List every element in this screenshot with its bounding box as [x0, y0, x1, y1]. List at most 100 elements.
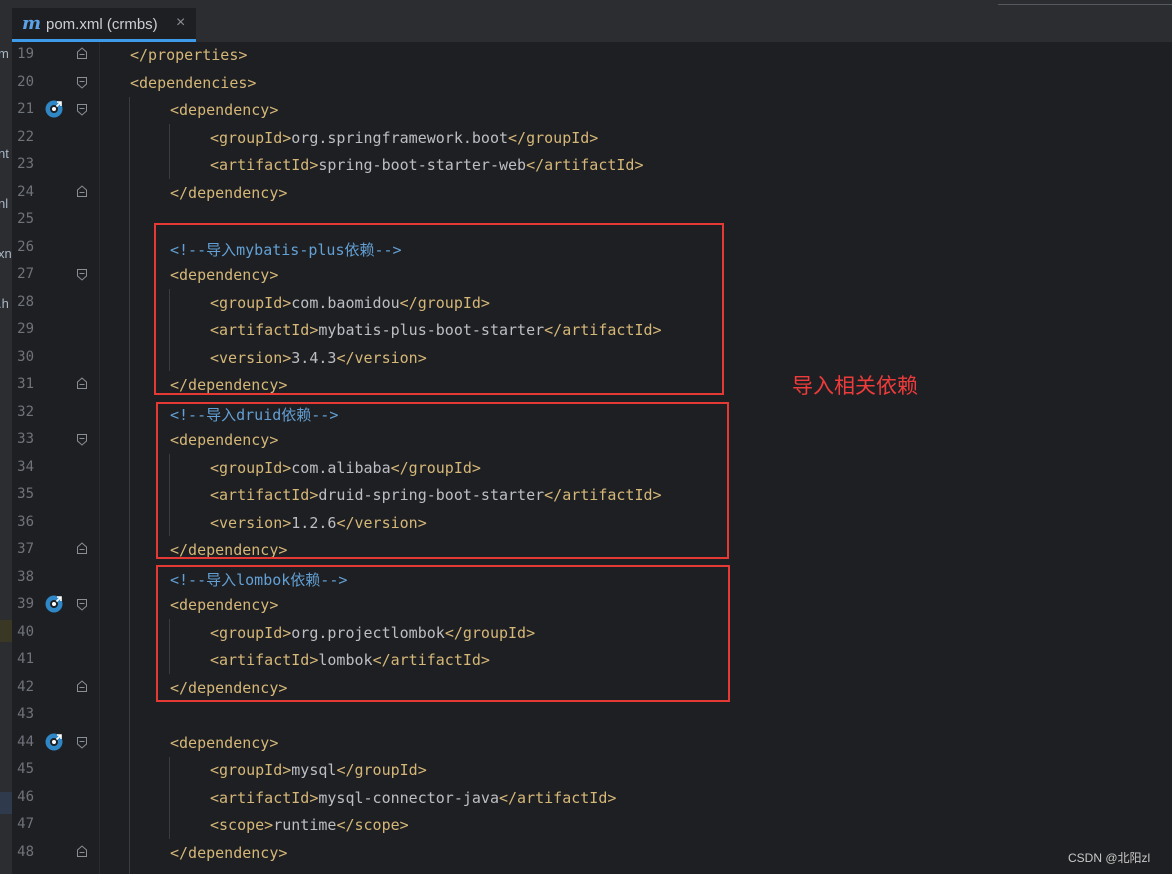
- line-number: 30: [17, 348, 34, 365]
- code-line[interactable]: 45 <groupId>mysql</groupId>: [12, 757, 1172, 785]
- line-number: 25: [17, 211, 34, 227]
- project-panel-fragment: nt: [0, 146, 9, 161]
- project-panel-fragment: xn: [0, 246, 12, 261]
- fold-end-icon[interactable]: [76, 679, 88, 695]
- line-number: 48: [17, 843, 34, 860]
- xml-text: mysql: [291, 761, 337, 779]
- xml-tag: <artifactId>: [210, 788, 319, 807]
- xml-tag: </dependency>: [170, 843, 288, 862]
- project-panel-highlight: [0, 620, 12, 642]
- xml-tag: <groupId>: [210, 761, 292, 779]
- line-number: 42: [17, 678, 34, 695]
- line-number: 44: [17, 733, 34, 750]
- xml-tag: <dependency>: [170, 101, 279, 119]
- project-panel-fragment: .h: [0, 296, 9, 311]
- override-gutter-icon[interactable]: [44, 594, 64, 614]
- annotation-box-druid: [156, 402, 729, 559]
- fold-end-icon[interactable]: [76, 46, 88, 62]
- xml-tag: </artifactId>: [526, 156, 644, 174]
- line-number: 40: [17, 623, 34, 640]
- xml-tag: </properties>: [130, 46, 248, 64]
- close-icon[interactable]: ×: [176, 14, 185, 32]
- code-line[interactable]: 19 </properties>: [12, 42, 1172, 70]
- xml-tag: <groupId>: [210, 128, 292, 147]
- line-number: 35: [17, 486, 34, 502]
- override-gutter-icon[interactable]: [44, 732, 64, 752]
- code-text: <artifactId>spring-boot-starter-web</art…: [210, 156, 644, 174]
- line-number: 32: [17, 403, 34, 420]
- line-number: 43: [17, 706, 34, 722]
- xml-text: mysql-connector-java: [318, 788, 499, 807]
- code-line[interactable]: 21 <dependency>: [12, 97, 1172, 125]
- line-number: 41: [17, 651, 34, 667]
- line-number: 47: [17, 816, 34, 832]
- fold-start-icon[interactable]: [76, 101, 88, 117]
- code-line[interactable]: 48 </dependency>: [12, 840, 1172, 868]
- line-number: 28: [17, 293, 34, 310]
- xml-tag: <dependency>: [170, 733, 279, 752]
- maven-m-icon: m: [22, 13, 42, 34]
- fold-end-icon[interactable]: [76, 844, 88, 860]
- line-number: 22: [17, 128, 34, 145]
- project-panel-edge[interactable]: m nt nl xn .h: [0, 42, 12, 874]
- line-number: 31: [17, 376, 34, 392]
- code-text: </dependency>: [170, 844, 287, 862]
- annotation-box-mybatis-plus: [154, 223, 724, 395]
- fold-start-icon[interactable]: [76, 734, 88, 750]
- line-number: 19: [17, 46, 34, 62]
- code-text: <artifactId>mysql-connector-java</artifa…: [210, 789, 616, 807]
- line-number: 38: [17, 568, 34, 585]
- indent-guide: [129, 97, 130, 874]
- tab-bar-divider: [998, 0, 1172, 5]
- code-line[interactable]: 23 <artifactId>spring-boot-starter-web</a…: [12, 152, 1172, 180]
- xml-tag: <dependencies>: [130, 73, 257, 92]
- xml-tag: </groupId>: [336, 761, 427, 779]
- code-line[interactable]: 20 <dependencies>: [12, 70, 1172, 98]
- fold-end-icon[interactable]: [76, 184, 88, 200]
- code-line[interactable]: 24 </dependency>: [12, 180, 1172, 208]
- fold-start-icon[interactable]: [76, 266, 88, 282]
- indent-guide: [169, 124, 170, 179]
- code-text: <scope>runtime</scope>: [210, 816, 409, 834]
- code-text: <groupId>org.springframework.boot</group…: [210, 129, 598, 147]
- xml-tag: <scope>: [210, 816, 274, 834]
- xml-text: org.springframework.boot: [291, 128, 509, 147]
- fold-end-icon[interactable]: [76, 376, 88, 392]
- annotation-box-lombok: [156, 565, 730, 702]
- fold-start-icon[interactable]: [76, 431, 88, 447]
- line-number: 26: [17, 238, 34, 255]
- fold-start-icon[interactable]: [76, 74, 88, 90]
- line-number: 36: [17, 513, 34, 530]
- xml-tag: </scope>: [336, 816, 409, 834]
- indent-guide: [169, 757, 170, 839]
- code-line[interactable]: 44 <dependency>: [12, 730, 1172, 758]
- line-number: 34: [17, 458, 34, 475]
- code-text: <groupId>mysql</groupId>: [210, 761, 427, 779]
- line-number: 39: [17, 596, 34, 612]
- code-line[interactable]: 43: [12, 702, 1172, 730]
- project-panel-fragment: m: [0, 46, 9, 61]
- line-number: 23: [17, 156, 34, 172]
- code-line[interactable]: 22 <groupId>org.springframework.boot</gro…: [12, 125, 1172, 153]
- line-number: 37: [17, 541, 34, 557]
- code-line[interactable]: 47 <scope>runtime</scope>: [12, 812, 1172, 840]
- code-text: </dependency>: [170, 184, 287, 202]
- editor-tab-bar: m pom.xml (crmbs) ×: [0, 0, 1172, 42]
- line-number: 29: [17, 321, 34, 337]
- xml-tag: <artifactId>: [210, 156, 319, 174]
- fold-start-icon[interactable]: [76, 596, 88, 612]
- xml-tag: </groupId>: [508, 128, 599, 147]
- override-gutter-icon[interactable]: [44, 99, 64, 119]
- tab-pom-xml[interactable]: m pom.xml (crmbs) ×: [12, 8, 196, 42]
- tab-label: pom.xml (crmbs): [46, 16, 158, 33]
- project-panel-fragment: nl: [0, 196, 9, 211]
- xml-text: runtime: [273, 816, 337, 834]
- annotation-label: 导入相关依赖: [792, 374, 918, 398]
- code-text: </properties>: [130, 46, 247, 64]
- xml-tag: </artifactId>: [499, 788, 617, 807]
- csdn-watermark: CSDN @北阳zl: [1068, 851, 1151, 865]
- fold-end-icon[interactable]: [76, 541, 88, 557]
- line-number: 21: [17, 101, 34, 117]
- xml-text: spring-boot-starter-web: [318, 156, 527, 174]
- code-line[interactable]: 46 <artifactId>mysql-connector-java</arti…: [12, 785, 1172, 813]
